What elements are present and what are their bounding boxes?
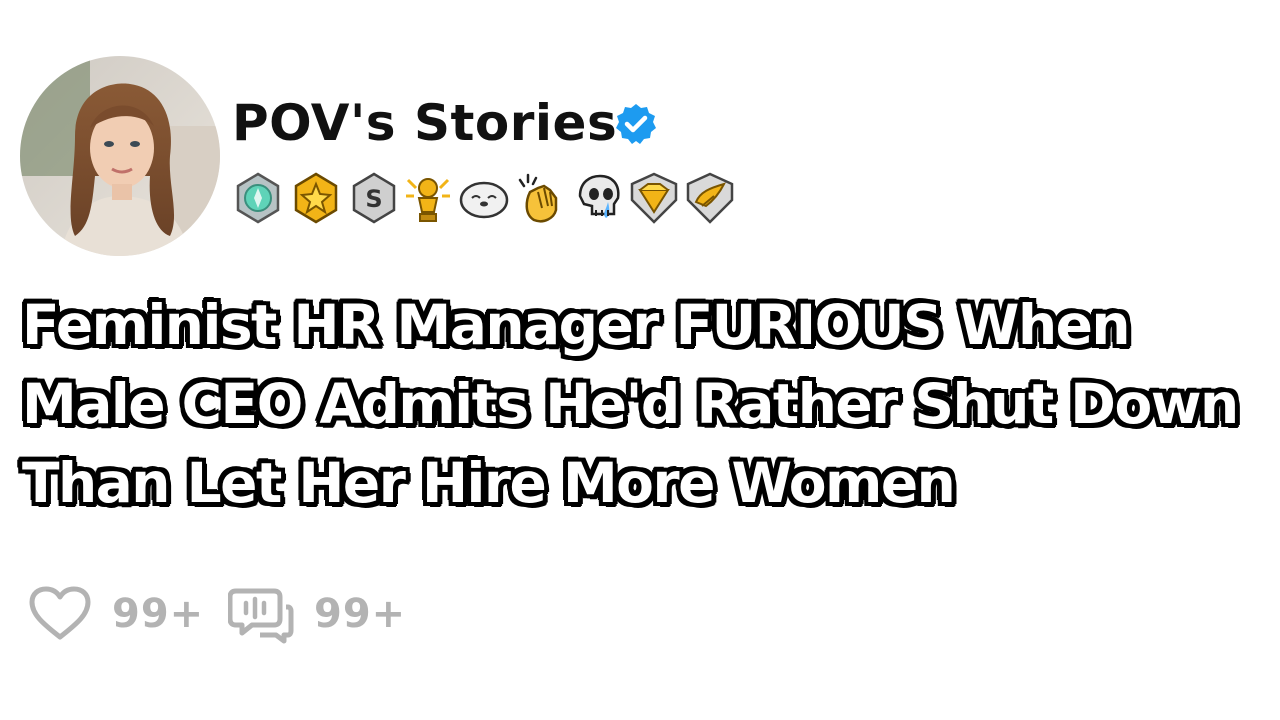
post-title-line: Feminist HR Manager FURIOUS When (22, 293, 1131, 357)
comment-icon[interactable] (228, 585, 294, 647)
crying-skull-award-icon[interactable] (572, 170, 624, 226)
golden-trophy-snoo-award-icon[interactable] (402, 170, 454, 226)
heart-icon[interactable] (28, 585, 92, 643)
post-title: Feminist HR Manager FURIOUS When Male CE… (22, 286, 1272, 523)
like-count: 99+ (112, 591, 205, 637)
avatar[interactable] (20, 56, 220, 256)
clapping-hands-award-icon[interactable] (516, 170, 568, 226)
gold-star-award-icon[interactable] (290, 170, 342, 226)
post-title-line: Male CEO Admits He'd Rather Shut Down (22, 372, 1239, 436)
seal-award-icon[interactable] (458, 170, 510, 226)
verified-badge-icon (616, 104, 656, 144)
silver-s-award-icon[interactable]: S (348, 170, 400, 226)
username[interactable]: POV's Stories (232, 88, 617, 158)
post-title-line: Than Let Her Hire More Women (22, 451, 956, 515)
avatar-image (20, 56, 220, 256)
silver-wing-award-icon[interactable] (684, 170, 736, 226)
gem-shield-award-icon[interactable] (232, 170, 284, 226)
svg-text:S: S (365, 185, 382, 213)
comment-count: 99+ (314, 591, 407, 637)
gold-diamond-award-icon[interactable] (628, 170, 680, 226)
